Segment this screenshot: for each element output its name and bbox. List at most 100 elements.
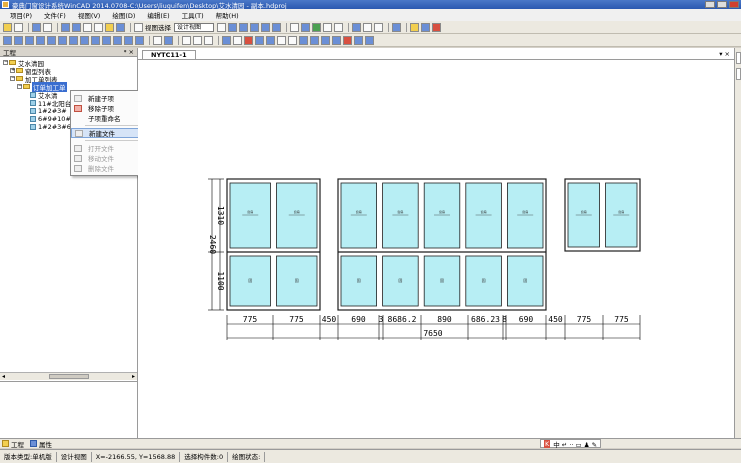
menu-item-remove-subitem[interactable]: 移除子项 (71, 103, 139, 113)
tree-horizontal-scrollbar[interactable]: ◂ ▸ (0, 372, 137, 380)
menu-item-new-file[interactable]: 新建文件 (71, 128, 139, 138)
rotate-icon[interactable] (182, 35, 191, 45)
frame2-icon[interactable] (14, 35, 23, 45)
layer-icon[interactable] (354, 35, 363, 45)
menu-item-new-subitem[interactable]: 新建子项 (71, 93, 139, 103)
scroll-thumb[interactable] (48, 374, 89, 379)
paste-icon[interactable] (83, 22, 92, 32)
measure-icon[interactable] (312, 22, 321, 32)
tab-nytc11-1[interactable]: NYTC11-1 (142, 50, 196, 59)
sash2-icon[interactable] (80, 35, 89, 45)
mirror-icon[interactable] (164, 35, 173, 45)
redo2-icon[interactable] (204, 35, 213, 45)
split-icon[interactable] (47, 35, 56, 45)
menu-item-move-file[interactable]: 移动文件 (71, 153, 139, 163)
ime-toolbar[interactable]: K 中 ↵ ·· ▭ ♟ ✎ (540, 439, 602, 449)
collapse-icon[interactable]: − (3, 60, 8, 65)
glass-icon[interactable] (113, 35, 122, 45)
screen-icon[interactable] (135, 35, 144, 45)
box-icon[interactable] (363, 22, 372, 32)
export-icon[interactable] (421, 22, 430, 32)
maximize-button[interactable] (717, 1, 727, 8)
pin-icon[interactable]: ᵠ (124, 48, 127, 56)
marker-icon[interactable] (343, 35, 352, 45)
zoom-in-icon[interactable] (228, 22, 237, 32)
undo-icon[interactable] (323, 22, 332, 32)
collapse-icon[interactable]: − (17, 84, 22, 89)
tree-node-file[interactable]: 11#北阳台 (30, 99, 71, 108)
scroll-left-icon[interactable]: ◂ (2, 373, 5, 380)
dimension-icon[interactable] (255, 35, 264, 45)
minimize-button[interactable] (705, 1, 715, 8)
tree-node-file[interactable]: 6#9#10# (30, 115, 71, 123)
print-icon[interactable] (43, 22, 52, 32)
glass2-icon[interactable] (124, 35, 133, 45)
line-icon[interactable] (299, 35, 308, 45)
new-file-icon[interactable] (14, 22, 23, 32)
arrow-icon[interactable] (374, 22, 383, 32)
collapse-icon[interactable]: − (10, 76, 15, 81)
drawing-canvas[interactable]: 窗扇固 窗扇固 窗扇固 窗扇固 窗扇固 窗扇固 窗扇固 窗扇 窗扇 1310 1100 2460 775… (138, 60, 734, 438)
copy-icon[interactable] (72, 22, 81, 32)
zoom-all-icon[interactable] (272, 22, 281, 32)
folder-icon[interactable] (105, 22, 114, 32)
menu-item-open-file[interactable]: 打开文件 (71, 143, 139, 153)
dimension2-icon[interactable] (266, 35, 275, 45)
document-close-icon[interactable]: ▾ × (719, 50, 730, 58)
edit-icon[interactable] (301, 22, 310, 32)
grid-icon[interactable] (94, 22, 103, 32)
layout-icon[interactable] (134, 22, 143, 32)
menu-item-rename-subitem[interactable]: 子项重命名 (71, 113, 139, 123)
undo2-icon[interactable] (193, 35, 202, 45)
delete-icon[interactable] (244, 35, 253, 45)
menu-item-delete-file[interactable]: 删除文件 (71, 163, 139, 173)
zoom-out-icon[interactable] (239, 22, 248, 32)
group-icon[interactable] (222, 35, 231, 45)
line2-icon[interactable] (310, 35, 319, 45)
view-select[interactable]: 设计视图 (174, 22, 214, 32)
tab-properties[interactable]: 属性 (30, 439, 52, 449)
hatch2-icon[interactable] (332, 35, 341, 45)
pan-icon[interactable] (261, 22, 270, 32)
ungroup-icon[interactable] (233, 35, 242, 45)
menu-tools[interactable]: 工具(T) (176, 10, 210, 20)
layer2-icon[interactable] (365, 35, 374, 45)
tree-node-file[interactable]: 1#2#3# (30, 107, 67, 115)
zoom-window-icon[interactable] (250, 22, 259, 32)
ime-status[interactable]: 中 ↵ ·· ▭ ♟ ✎ (553, 439, 597, 449)
text-icon[interactable] (277, 35, 286, 45)
dropdown-icon[interactable] (217, 22, 226, 32)
split2-icon[interactable] (58, 35, 67, 45)
report-icon[interactable] (116, 22, 125, 32)
hatch-icon[interactable] (321, 35, 330, 45)
close-window-button[interactable] (729, 1, 739, 8)
redo-icon[interactable] (334, 22, 343, 32)
window-elevation-drawing[interactable]: 窗扇固 窗扇固 窗扇固 窗扇固 窗扇固 窗扇固 窗扇固 窗扇 窗扇 1310 1100 2460 775… (138, 60, 734, 438)
transom-icon[interactable] (36, 35, 45, 45)
price-icon[interactable] (410, 22, 419, 32)
table-icon[interactable] (290, 22, 299, 32)
tab-project[interactable]: 工程 (2, 439, 24, 449)
menu-view[interactable]: 视图(V) (72, 10, 107, 20)
component-icon[interactable] (352, 22, 361, 32)
menu-draw[interactable]: 绘图(D) (106, 10, 141, 20)
expand-icon[interactable]: + (10, 68, 15, 73)
scroll-right-icon[interactable]: ▸ (132, 373, 135, 380)
menu-edit[interactable]: 编辑(E) (141, 10, 175, 20)
menu-help[interactable]: 帮助(H) (210, 10, 245, 20)
align-icon[interactable] (153, 35, 162, 45)
open-folder-icon[interactable] (3, 22, 12, 32)
sash4-icon[interactable] (102, 35, 111, 45)
sash-icon[interactable] (69, 35, 78, 45)
panel-close-icon[interactable]: × (129, 48, 134, 56)
menu-project[interactable]: 项目(P) (4, 10, 38, 20)
mullion-icon[interactable] (25, 35, 34, 45)
exit-icon[interactable] (432, 22, 441, 32)
cut-icon[interactable] (61, 22, 70, 32)
menu-file[interactable]: 文件(F) (38, 10, 72, 20)
calc-icon[interactable] (392, 22, 401, 32)
frame-icon[interactable] (3, 35, 12, 45)
dock-tab[interactable] (736, 68, 741, 80)
sash3-icon[interactable] (91, 35, 100, 45)
text2-icon[interactable] (288, 35, 297, 45)
